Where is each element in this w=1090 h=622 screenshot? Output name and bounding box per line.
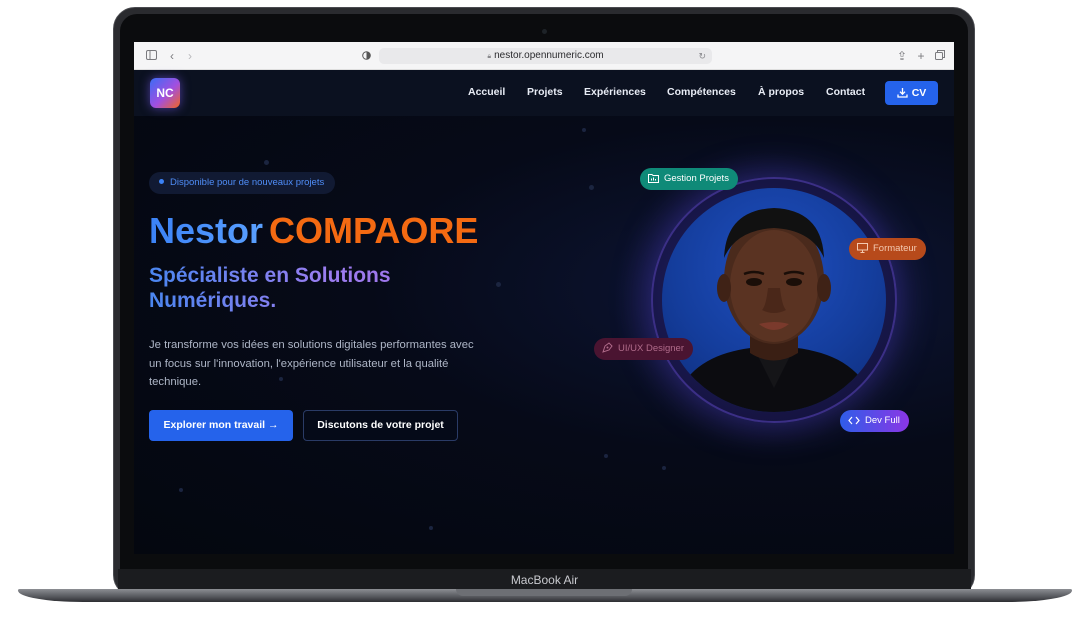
hero-subtitle: Spécialiste en Solutions Numériques.	[149, 263, 449, 313]
back-icon[interactable]: ‹	[164, 48, 180, 64]
hero-subtitle-line1: Spécialiste en Solutions	[149, 264, 391, 287]
folder-chart-icon	[648, 174, 659, 183]
explore-work-button[interactable]: Explorer mon travail →	[149, 410, 293, 441]
new-tab-icon[interactable]: +	[913, 48, 929, 64]
nav-competences[interactable]: Compétences	[667, 86, 736, 98]
site-logo[interactable]: NC	[150, 78, 180, 108]
reload-icon[interactable]: ↻	[698, 48, 706, 64]
hero-name: Nestor COMPAORE	[149, 210, 478, 252]
availability-badge: Disponible pour de nouveaux projets	[149, 172, 336, 194]
profile-photo	[662, 188, 886, 412]
pen-tool-icon	[602, 342, 613, 353]
forward-icon[interactable]: ›	[182, 48, 198, 64]
laptop-chin: MacBook Air	[118, 569, 971, 591]
website: NC Accueil Projets Expériences Compétenc…	[134, 70, 954, 554]
device-label: MacBook Air	[510, 573, 579, 587]
browser-toolbar: ‹ › 🔒︎ nestor.opennumeric.com ↻ ⇪ +	[134, 42, 954, 70]
hero-description: Je transforme vos idées en solutions dig…	[149, 339, 474, 388]
download-cv-button[interactable]: CV	[885, 81, 938, 105]
badge-dev-label: Dev Full	[865, 415, 900, 426]
status-dot-icon	[159, 179, 164, 184]
download-icon	[897, 88, 908, 98]
badge-uiux-designer: UI/UX Designer	[594, 338, 693, 360]
presentation-icon	[857, 243, 868, 253]
badge-gestion-label: Gestion Projets	[664, 173, 729, 184]
badge-formateur: Formateur	[849, 238, 926, 260]
webcam	[542, 29, 547, 34]
address-bar[interactable]: 🔒︎ nestor.opennumeric.com ↻	[379, 48, 712, 64]
hero-subtitle-line2: Numériques.	[149, 289, 277, 312]
lock-icon: 🔒︎	[487, 53, 492, 60]
hero-first-name: Nestor	[149, 210, 264, 251]
laptop-notch	[456, 589, 632, 596]
tabs-overview-icon[interactable]	[932, 48, 948, 64]
nav-contact[interactable]: Contact	[826, 86, 865, 98]
site-navbar: NC Accueil Projets Expériences Compétenc…	[134, 70, 954, 116]
cv-label: CV	[911, 87, 927, 99]
url-text: nestor.opennumeric.com	[494, 50, 604, 61]
nav-experiences[interactable]: Expériences	[584, 86, 646, 98]
badge-dev-full: Dev Full	[840, 410, 909, 432]
share-icon[interactable]: ⇪	[894, 48, 910, 64]
availability-text: Disponible pour de nouveaux projets	[170, 177, 325, 188]
nav-accueil[interactable]: Accueil	[468, 86, 505, 98]
privacy-shield-icon[interactable]	[358, 48, 374, 64]
screen: ‹ › 🔒︎ nestor.opennumeric.com ↻ ⇪ + NC Ac…	[134, 42, 954, 554]
hero-last-name: COMPAORE	[269, 210, 479, 251]
badge-gestion-projets: Gestion Projets	[640, 168, 738, 190]
badge-uiux-label: UI/UX Designer	[618, 343, 684, 354]
badge-formateur-label: Formateur	[873, 243, 917, 254]
sidebar-icon[interactable]	[143, 48, 159, 64]
nav-projets[interactable]: Projets	[527, 86, 563, 98]
discuss-project-button[interactable]: Discutons de votre projet	[303, 410, 458, 441]
nav-a-propos[interactable]: À propos	[758, 86, 804, 98]
code-icon	[848, 416, 860, 425]
